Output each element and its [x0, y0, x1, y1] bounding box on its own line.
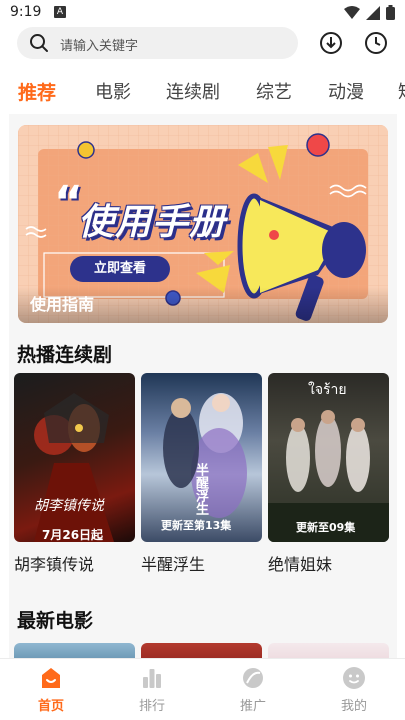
- tab-recommend[interactable]: 推荐: [18, 78, 56, 105]
- tab-movie[interactable]: 电影: [95, 78, 131, 104]
- movie-card[interactable]: [141, 643, 262, 658]
- section-title-hot-series: 热播连续剧: [17, 344, 113, 366]
- search-placeholder: 请输入关键字: [60, 39, 139, 54]
- section-title-new-movies: 最新电影: [17, 610, 94, 632]
- series-card[interactable]: 胡李镇传说 7月26日起 胡李镇传说: [14, 373, 135, 574]
- search-row: 请输入关键字: [0, 26, 405, 66]
- series-card[interactable]: 半醒浮生 更新至第13集 半醒浮生: [141, 373, 262, 574]
- home-icon: [42, 668, 60, 688]
- movie-card[interactable]: [268, 643, 389, 658]
- tab-variety[interactable]: 综艺: [256, 78, 292, 104]
- movie-card[interactable]: [14, 643, 135, 658]
- status-bar: 9:19 A: [0, 0, 405, 26]
- download-icon[interactable]: [319, 31, 343, 55]
- profile-icon: [343, 667, 365, 689]
- poster-text: ใจร้าย: [308, 382, 347, 398]
- poster-image: 半醒浮生 更新至第13集: [141, 373, 262, 542]
- guide-banner[interactable]: “ 使用手册 立即查看 使用指南: [18, 125, 388, 323]
- series-title: 胡李镇传说: [14, 555, 95, 574]
- nav-ranking-label: 排行: [138, 699, 165, 714]
- battery-icon: [386, 5, 395, 20]
- poster-image: ใจร้าย 更新至09集: [268, 373, 389, 542]
- ranking-icon: [143, 669, 161, 688]
- nav-profile[interactable]: 我的: [324, 665, 384, 714]
- poster-badge: 7月26日起: [42, 528, 104, 542]
- tab-anime[interactable]: 动漫: [328, 78, 364, 104]
- bottom-navigation: 首页 排行 推广 我的: [0, 658, 405, 720]
- poster-badge: 更新至第13集: [161, 519, 232, 532]
- banner-caption: 使用指南: [30, 295, 95, 314]
- nav-ranking[interactable]: 排行: [122, 665, 182, 714]
- tab-short[interactable]: 短: [398, 78, 405, 104]
- poster-text: 胡李镇传说: [34, 498, 104, 514]
- nav-promote[interactable]: 推广: [223, 665, 283, 714]
- status-time: 9:19: [10, 4, 42, 20]
- status-indicators: [344, 5, 395, 20]
- nav-profile-label: 我的: [340, 699, 367, 714]
- category-tabs: 推荐 电影 连续剧 综艺 动漫 短: [0, 74, 405, 108]
- poster-text: 半醒浮生: [193, 463, 208, 515]
- tab-series[interactable]: 连续剧: [166, 78, 220, 104]
- series-title: 绝情姐妹: [268, 555, 333, 574]
- history-icon[interactable]: [364, 31, 388, 55]
- search-icon: [30, 34, 48, 52]
- promote-icon: [243, 668, 263, 688]
- signal-icon: [366, 5, 380, 20]
- poster-badge: 更新至09集: [296, 521, 356, 534]
- nav-promote-label: 推广: [239, 699, 266, 714]
- nav-home[interactable]: 首页: [21, 665, 81, 714]
- search-input[interactable]: 请输入关键字: [17, 27, 298, 59]
- banner-view-button[interactable]: 立即查看: [70, 256, 170, 282]
- banner-title: 使用手册: [78, 202, 227, 243]
- series-card[interactable]: ใจร้าย 更新至09集 绝情姐妹: [268, 373, 389, 574]
- series-title: 半醒浮生: [141, 555, 206, 574]
- notification-icon: A: [54, 6, 66, 18]
- wifi-icon: [344, 5, 360, 19]
- nav-home-label: 首页: [37, 699, 64, 714]
- main-content: “ 使用手册 立即查看 使用指南 热播连续剧 胡李镇传说 7月26日起 胡李镇传…: [9, 114, 397, 658]
- poster-image: 胡李镇传说 7月26日起: [14, 373, 135, 542]
- poster-art: [34, 393, 114, 542]
